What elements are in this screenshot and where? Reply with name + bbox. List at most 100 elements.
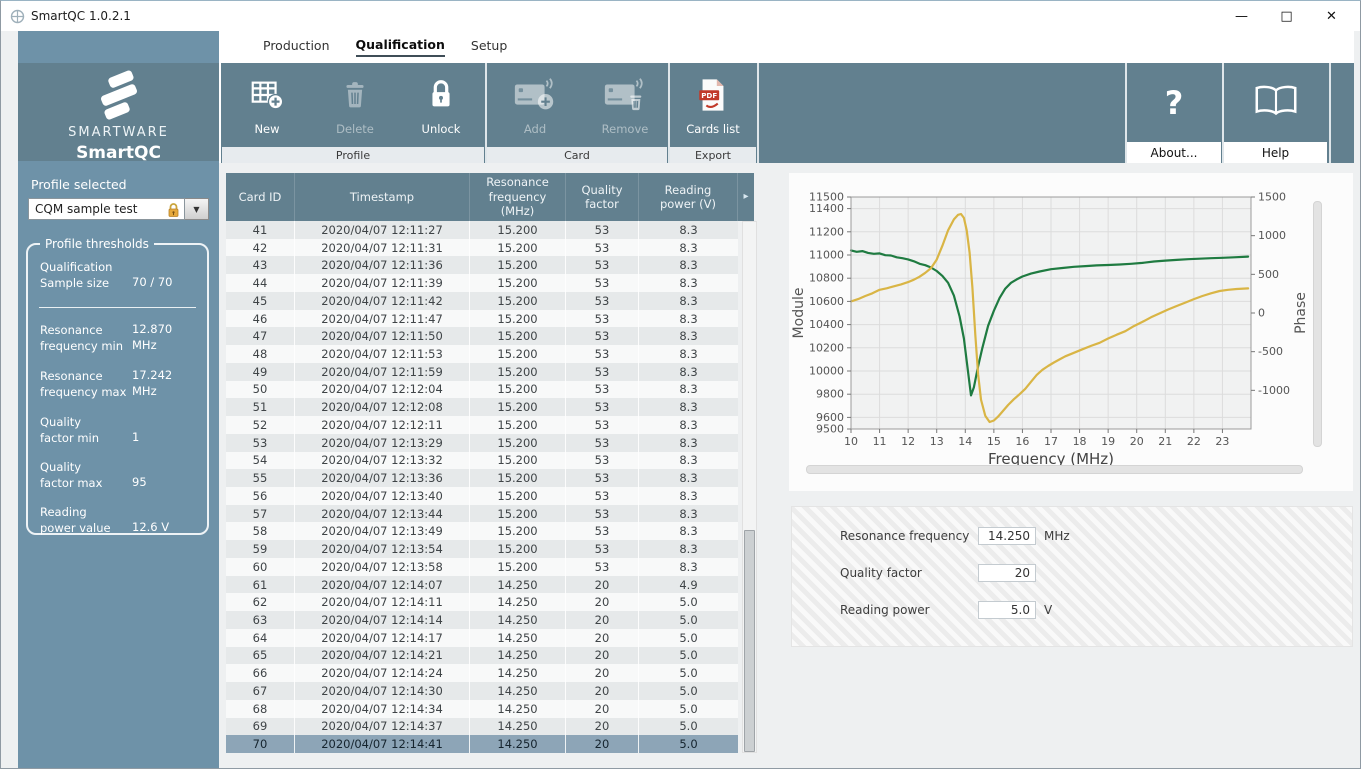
table-row[interactable]: 652020/04/07 12:14:2114.250205.0 [226, 647, 738, 665]
table-row[interactable]: 522020/04/07 12:12:1115.200538.3 [226, 416, 738, 434]
table-row[interactable]: 562020/04/07 12:13:4015.200538.3 [226, 487, 738, 505]
svg-text:PDF: PDF [701, 91, 717, 100]
chart-vertical-slider[interactable] [1313, 201, 1322, 447]
header-timestamp[interactable]: Timestamp [295, 173, 470, 221]
table-row[interactable]: 442020/04/07 12:11:3915.200538.3 [226, 274, 738, 292]
chart-horizontal-slider[interactable] [806, 465, 1303, 474]
help-button[interactable]: Help [1224, 63, 1327, 163]
svg-text:19: 19 [1101, 435, 1115, 448]
table-cell: 53 [566, 469, 639, 487]
minimize-button[interactable]: — [1219, 1, 1264, 31]
table-row[interactable]: 642020/04/07 12:14:1714.250205.0 [226, 629, 738, 647]
scrollbar-thumb[interactable] [744, 530, 755, 752]
svg-text:10200: 10200 [809, 341, 844, 354]
svg-text:10000: 10000 [809, 365, 844, 378]
table-row[interactable]: 672020/04/07 12:14:3014.250205.0 [226, 682, 738, 700]
cards-list-button[interactable]: PDF Cards list [681, 71, 745, 147]
window-title: SmartQC 1.0.2.1 [31, 9, 131, 23]
table-cell: 2020/04/07 12:13:32 [295, 452, 470, 470]
table-row[interactable]: 462020/04/07 12:11:4715.200538.3 [226, 310, 738, 328]
threshold-value: 17.242 MHz [132, 367, 195, 400]
threshold-row: Quality factor max 95 [40, 459, 195, 491]
table-cell: 2020/04/07 12:14:37 [295, 718, 470, 736]
header-quality-factor[interactable]: Quality factor [566, 173, 639, 221]
header-resonance-frequency[interactable]: Resonance frequency (MHz) [470, 173, 566, 221]
table-cell: 53 [566, 522, 639, 540]
maximize-button[interactable]: □ [1264, 1, 1309, 31]
resonance-frequency-input[interactable]: 14.250 [978, 527, 1036, 545]
table-cell: 53 [566, 381, 639, 399]
table-cell: 20 [566, 664, 639, 682]
tab-setup[interactable]: Setup [471, 38, 507, 56]
table-row[interactable]: 692020/04/07 12:14:3714.250205.0 [226, 718, 738, 736]
reading-power-input[interactable]: 5.0 [978, 601, 1036, 619]
toolbar-group-card: Add Remove Card [487, 63, 667, 163]
table-cell: 4.9 [639, 576, 738, 594]
table-cell: 15.200 [470, 416, 566, 434]
delete-button[interactable]: Delete [323, 71, 387, 147]
dropdown-arrow-button[interactable]: ▼ [185, 198, 209, 220]
titlebar: SmartQC 1.0.2.1 — □ ✕ [1, 1, 1360, 31]
table-cell: 15.200 [470, 558, 566, 576]
table-cell: 20 [566, 647, 639, 665]
close-button[interactable]: ✕ [1309, 1, 1354, 31]
table-row[interactable]: 452020/04/07 12:11:4215.200538.3 [226, 292, 738, 310]
table-row[interactable]: 602020/04/07 12:13:5815.200538.3 [226, 558, 738, 576]
table-row[interactable]: 632020/04/07 12:14:1414.250205.0 [226, 611, 738, 629]
table-row[interactable]: 572020/04/07 12:13:4415.200538.3 [226, 505, 738, 523]
about-button[interactable]: ? About... [1127, 63, 1221, 163]
toolbar-group-export: PDF Cards list Export [670, 63, 756, 163]
table-header: Card ID Timestamp Resonance frequency (M… [226, 173, 754, 221]
table-row[interactable]: 412020/04/07 12:11:2715.200538.3 [226, 221, 738, 239]
table-row[interactable]: 482020/04/07 12:11:5315.200538.3 [226, 345, 738, 363]
table-scrollbar[interactable] [742, 221, 757, 753]
remove-card-button[interactable]: Remove [593, 71, 657, 147]
table-cell: 55 [226, 469, 295, 487]
table-cell: 8.3 [639, 505, 738, 523]
table-row[interactable]: 472020/04/07 12:11:5015.200538.3 [226, 327, 738, 345]
column-expand-icon[interactable]: ▸ [738, 173, 754, 221]
table-row[interactable]: 492020/04/07 12:11:5915.200538.3 [226, 363, 738, 381]
table-row[interactable]: 422020/04/07 12:11:3115.200538.3 [226, 239, 738, 257]
table-row[interactable]: 702020/04/07 12:14:4114.250205.0 [226, 735, 738, 753]
table-row[interactable]: 582020/04/07 12:13:4915.200538.3 [226, 522, 738, 540]
group-label-card: Card [487, 147, 667, 163]
table-row[interactable]: 542020/04/07 12:13:3215.200538.3 [226, 452, 738, 470]
book-icon [1251, 81, 1301, 125]
table-cell: 14.250 [470, 718, 566, 736]
threshold-label: Quality factor min [40, 414, 132, 446]
table-row[interactable]: 512020/04/07 12:12:0815.200538.3 [226, 398, 738, 416]
table-cell: 20 [566, 682, 639, 700]
table-cell: 2020/04/07 12:12:08 [295, 398, 470, 416]
table-row[interactable]: 682020/04/07 12:14:3414.250205.0 [226, 700, 738, 718]
table-cell: 2020/04/07 12:13:49 [295, 522, 470, 540]
table-row[interactable]: 432020/04/07 12:11:3615.200538.3 [226, 256, 738, 274]
table-cell: 53 [566, 558, 639, 576]
new-button[interactable]: New [235, 71, 299, 147]
table-row[interactable]: 612020/04/07 12:14:0714.250204.9 [226, 576, 738, 594]
tabbar: Production Qualification Setup [219, 31, 1354, 63]
header-reading-power[interactable]: Reading power (V) [639, 173, 738, 221]
quality-factor-input[interactable]: 20 [978, 564, 1036, 582]
table-row[interactable]: 622020/04/07 12:14:1114.250205.0 [226, 593, 738, 611]
tab-production[interactable]: Production [263, 38, 330, 56]
table-row[interactable]: 552020/04/07 12:13:3615.200538.3 [226, 469, 738, 487]
unlock-button[interactable]: Unlock [409, 71, 473, 147]
add-card-button[interactable]: Add [503, 71, 567, 147]
table-row[interactable]: 532020/04/07 12:13:2915.200538.3 [226, 434, 738, 452]
table-cell: 14.250 [470, 735, 566, 753]
profile-dropdown[interactable]: CQM sample test ▼ [28, 198, 209, 220]
table-row[interactable]: 502020/04/07 12:12:0415.200538.3 [226, 381, 738, 399]
profile-dropdown-value-box[interactable]: CQM sample test [28, 198, 185, 220]
card-table-body: 412020/04/07 12:11:2715.200538.3422020/0… [226, 221, 738, 753]
svg-text:11000: 11000 [809, 249, 844, 262]
table-row[interactable]: 592020/04/07 12:13:5415.200538.3 [226, 540, 738, 558]
svg-text:16: 16 [1015, 435, 1029, 448]
header-card-id[interactable]: Card ID [226, 173, 295, 221]
field-label: Quality factor [840, 566, 978, 580]
table-row[interactable]: 662020/04/07 12:14:2414.250205.0 [226, 664, 738, 682]
table-cell: 15.200 [470, 469, 566, 487]
table-cell: 20 [566, 576, 639, 594]
tab-qualification[interactable]: Qualification [356, 37, 445, 57]
table-cell: 15.200 [470, 434, 566, 452]
